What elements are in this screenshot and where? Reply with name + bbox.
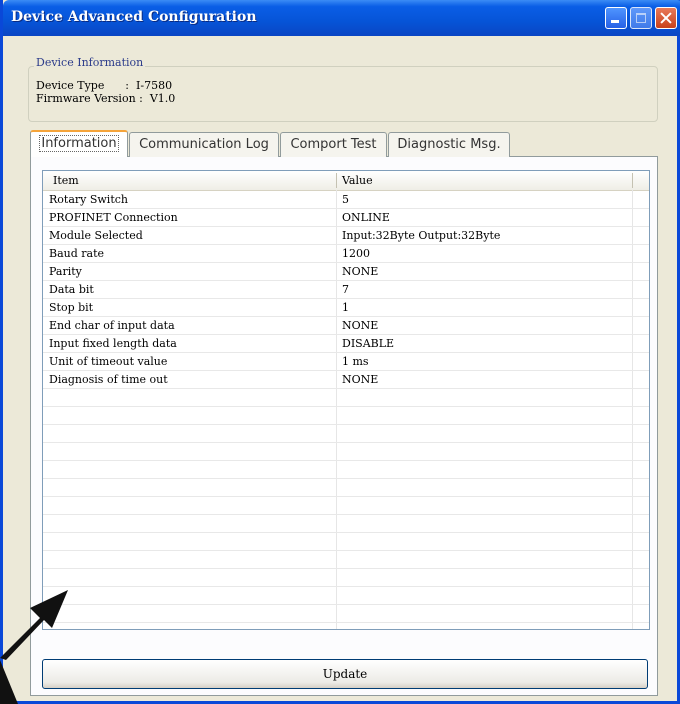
cell-item: Data bit [49, 283, 94, 296]
table-row[interactable]: Data bit 7 [43, 280, 649, 299]
cell-item: Baud rate [49, 247, 105, 260]
table-row[interactable] [43, 424, 649, 443]
cell-item: Module Selected [49, 229, 143, 242]
update-button[interactable]: Update [42, 659, 648, 689]
table-row[interactable] [43, 478, 649, 497]
cell-item: PROFINET Connection [49, 211, 178, 224]
table-row[interactable]: Baud rate 1200 [43, 244, 649, 263]
table-row[interactable] [43, 604, 649, 623]
cell-value: Input:32Byte Output:32Byte [342, 229, 501, 242]
column-header-item[interactable]: Item [53, 174, 79, 187]
table-row[interactable] [43, 388, 649, 407]
cell-value: ONLINE [342, 211, 390, 224]
close-icon[interactable] [655, 7, 677, 29]
table-row[interactable]: Module Selected Input:32Byte Output:32Byt… [43, 226, 649, 245]
tab-diagnostic-msg[interactable]: Diagnostic Msg. [388, 132, 510, 157]
cell-value: 1200 [342, 247, 370, 260]
table-row[interactable]: Diagnosis of time out NONE [43, 370, 649, 389]
table-row[interactable]: Input fixed length data DISABLE [43, 334, 649, 353]
table-header: Item Value [43, 171, 649, 191]
cell-value: NONE [342, 373, 379, 386]
table-row[interactable] [43, 586, 649, 605]
table-row[interactable] [43, 442, 649, 461]
column-divider[interactable] [336, 173, 337, 188]
table-row[interactable] [43, 550, 649, 569]
cell-value: NONE [342, 319, 379, 332]
cell-item: Parity [49, 265, 82, 278]
maximize-icon[interactable] [630, 7, 652, 29]
table-row[interactable] [43, 460, 649, 479]
firmware-version-line: Firmware Version : V1.0 [36, 92, 176, 105]
table-row[interactable] [43, 568, 649, 587]
cell-item: Rotary Switch [49, 193, 128, 206]
table-row[interactable]: Parity NONE [43, 262, 649, 281]
table-row[interactable] [43, 496, 649, 515]
cell-item: End char of input data [49, 319, 175, 332]
minimize-icon[interactable] [605, 7, 627, 29]
cell-value: 7 [342, 283, 349, 296]
cell-value: 5 [342, 193, 349, 206]
arrow-annotation-icon [0, 590, 68, 704]
tab-communication-log[interactable]: Communication Log [129, 132, 279, 157]
table-row[interactable] [43, 532, 649, 551]
column-header-value[interactable]: Value [342, 174, 373, 187]
cell-value: 1 [342, 301, 349, 314]
device-info-legend: Device Information [34, 56, 146, 69]
table-row[interactable] [43, 514, 649, 533]
table-row[interactable] [43, 406, 649, 425]
tab-label: Information [39, 135, 119, 152]
info-table[interactable]: Item Value Rotary Switch 5 PROFINET Connec… [42, 170, 650, 630]
cell-item: Unit of timeout value [49, 355, 168, 368]
device-type-line: Device Type : I-7580 [36, 79, 173, 92]
table-row[interactable]: Rotary Switch 5 [43, 190, 649, 209]
tab-label: Comport Test [290, 137, 377, 152]
cell-item: Stop bit [49, 301, 94, 314]
cell-value: NONE [342, 265, 379, 278]
table-row[interactable]: Unit of timeout value 1 ms [43, 352, 649, 371]
table-row[interactable]: End char of input data NONE [43, 316, 649, 335]
tab-label: Diagnostic Msg. [397, 137, 501, 152]
table-row[interactable]: Stop bit 1 [43, 298, 649, 317]
column-divider[interactable] [632, 173, 633, 188]
title-bar[interactable]: Device Advanced Configuration [3, 0, 680, 36]
cell-item: Input fixed length data [49, 337, 177, 350]
table-row[interactable]: PROFINET Connection ONLINE [43, 208, 649, 227]
cell-value: 1 ms [342, 355, 369, 368]
tab-comport-test[interactable]: Comport Test [280, 132, 387, 157]
tab-information[interactable]: Information [30, 130, 128, 157]
cell-value: DISABLE [342, 337, 395, 350]
cell-item: Diagnosis of time out [49, 373, 168, 386]
tab-label: Communication Log [139, 137, 269, 152]
window-title: Device Advanced Configuration [11, 9, 257, 25]
